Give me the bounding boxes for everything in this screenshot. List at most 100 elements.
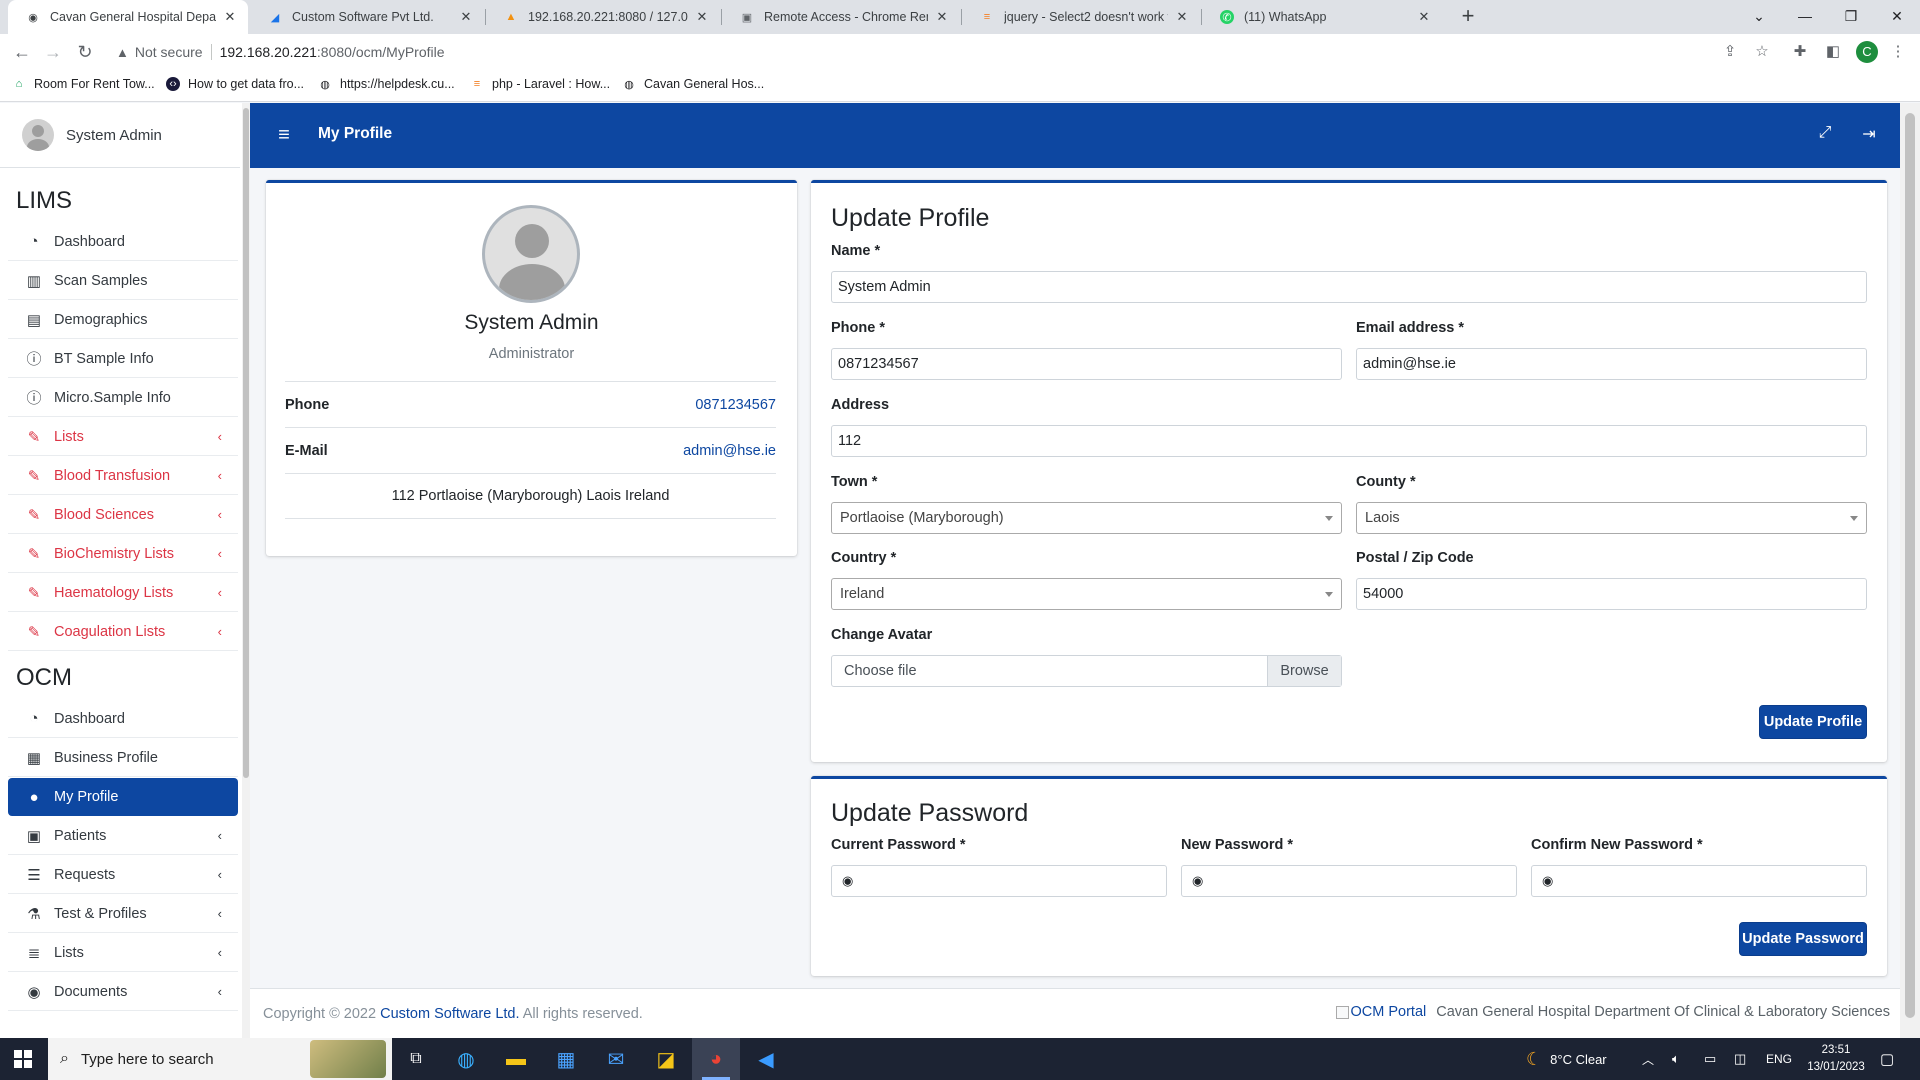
sidebar-item-lists[interactable]: ≣ Lists ‹ (8, 934, 238, 972)
bookmark-item[interactable]: ◍ Cavan General Hos... (622, 77, 764, 91)
new-tab-button[interactable]: + (1455, 4, 1481, 30)
chrome-icon[interactable]: ◕ (692, 1038, 740, 1080)
sidebar-item-my-profile[interactable]: ● My Profile (8, 778, 238, 816)
address-bar[interactable]: ▲ Not secure 192.168.20.221:8080/ocm/MyP… (108, 38, 1778, 66)
page-scrollbar-thumb[interactable] (1905, 113, 1915, 1018)
tachometer-icon: ◔ (29, 233, 39, 250)
email-field[interactable]: admin@hse.ie (1356, 348, 1867, 380)
task-view-icon[interactable]: ⧉ (392, 1038, 440, 1080)
taskbar-clock[interactable]: 23:51 13/01/2023 (1806, 1042, 1866, 1076)
browser-tab[interactable]: ▣ Remote Access - Chrome Remote ✕ (722, 0, 960, 34)
avatar-file-input[interactable]: Choose file Browse (831, 655, 1342, 687)
browser-tab-active[interactable]: ◉ Cavan General Hospital Departm ✕ (8, 0, 248, 34)
company-link[interactable]: Custom Software Ltd. (380, 1006, 519, 1022)
sidebar-item-dashboard[interactable]: ◔ Dashboard (8, 223, 238, 261)
browser-tab[interactable]: ✆ (11) WhatsApp ✕ (1202, 0, 1442, 34)
close-tab-icon[interactable]: ✕ (1416, 9, 1432, 25)
logout-icon[interactable]: ⇥ (1858, 124, 1880, 146)
close-tab-icon[interactable]: ✕ (934, 9, 950, 25)
back-icon[interactable]: ← (10, 40, 34, 64)
browser-tab[interactable]: ▲ 192.168.20.221:8080 / 127.0.0.1 / ✕ (486, 0, 720, 34)
sidebar-item-scan-samples[interactable]: ▥ Scan Samples (8, 262, 238, 300)
email-link[interactable]: admin@hse.ie (683, 443, 776, 459)
sidebar-item-biochemistry-lists[interactable]: ✎ BioChemistry Lists ‹ (8, 535, 238, 573)
sidebar-user-panel[interactable]: System Admin (0, 103, 240, 168)
sidebar-item-patients[interactable]: ▣ Patients ‹ (8, 817, 238, 855)
phone-link[interactable]: 0871234567 (695, 397, 776, 413)
update-password-button[interactable]: Update Password (1739, 922, 1867, 956)
current-password-field[interactable]: ◉ (831, 865, 1167, 897)
sidebar-item-micro-sample-info[interactable]: ⓘ Micro.Sample Info (8, 379, 238, 417)
sidebar-item-blood-sciences[interactable]: ✎ Blood Sciences ‹ (8, 496, 238, 534)
sidebar-item-business-profile[interactable]: ▦ Business Profile (8, 739, 238, 777)
browser-tab[interactable]: ◢ Custom Software Pvt Ltd. ✕ (250, 0, 484, 34)
weather-widget[interactable]: ☾ 8°C Clear (1526, 1038, 1607, 1080)
browse-button[interactable]: Browse (1267, 656, 1341, 686)
menu-kebab-icon[interactable]: ⋮ (1888, 42, 1908, 62)
bookmark-item[interactable]: ≡ php - Laravel : How... (470, 77, 610, 91)
country-select[interactable]: Ireland (831, 578, 1342, 610)
page-scrollbar[interactable] (1900, 103, 1920, 1038)
close-tab-icon[interactable]: ✕ (694, 9, 710, 25)
sticky-app-icon[interactable]: ◪ (642, 1038, 690, 1080)
extensions-icon[interactable]: ✚ (1790, 42, 1810, 62)
notifications-icon[interactable]: ▢ (1880, 1038, 1894, 1080)
sidebar-item-coagulation-lists[interactable]: ✎ Coagulation Lists ‹ (8, 613, 238, 651)
tab-search-icon[interactable]: ⌄ (1736, 0, 1782, 34)
tray-chevron-icon[interactable]: ︿ (1642, 1038, 1654, 1080)
sidebar-item-requests[interactable]: ☰ Requests ‹ (8, 856, 238, 894)
sidebar-item-lists[interactable]: ✎ Lists ‹ (8, 418, 238, 456)
address-field[interactable]: 112 (831, 425, 1867, 457)
new-password-field[interactable]: ◉ (1181, 865, 1517, 897)
bookmark-item[interactable]: ◍ https://helpdesk.cu... (318, 77, 454, 91)
edge-icon[interactable]: ◍ (442, 1038, 490, 1080)
microsoft-store-icon[interactable]: ▦ (542, 1038, 590, 1080)
sidebar-item-test-profiles[interactable]: ⚗ Test & Profiles ‹ (8, 895, 238, 933)
profile-avatar[interactable]: C (1856, 41, 1878, 63)
phone-field[interactable]: 0871234567 (831, 348, 1342, 380)
side-panel-icon[interactable]: ◧ (1823, 42, 1843, 62)
bookmark-item[interactable]: ‹› How to get data fro... (166, 77, 304, 91)
windows-start-icon[interactable] (14, 1050, 32, 1068)
sidebar-item-documents[interactable]: ◉ Documents ‹ (8, 973, 238, 1011)
sidebar-scrollbar-thumb[interactable] (243, 108, 249, 778)
battery-icon[interactable]: ▭ (1704, 1038, 1716, 1080)
close-window-icon[interactable]: ✕ (1874, 0, 1920, 34)
sidebar-item-label: Micro.Sample Info (54, 389, 171, 406)
town-select[interactable]: Portlaoise (Maryborough) (831, 502, 1342, 534)
taskbar-search[interactable]: ⌕ Type here to search (48, 1038, 392, 1080)
volume-icon[interactable]: 🔈︎ (1672, 1038, 1680, 1080)
language-indicator[interactable]: ENG (1766, 1038, 1792, 1080)
close-tab-icon[interactable]: ✕ (222, 9, 238, 25)
name-field[interactable]: System Admin (831, 271, 1867, 303)
restore-icon[interactable]: ❐ (1828, 0, 1874, 34)
star-icon[interactable]: ☆ (1752, 42, 1772, 62)
eye-icon[interactable]: ◉ (1542, 874, 1556, 888)
browser-tab[interactable]: ≡ jquery - Select2 doesn't work wh ✕ (962, 0, 1200, 34)
update-profile-button[interactable]: Update Profile (1759, 705, 1867, 739)
postal-code-field[interactable]: 54000 (1356, 578, 1867, 610)
county-select[interactable]: Laois (1356, 502, 1867, 534)
file-explorer-icon[interactable]: ▬ (492, 1038, 540, 1080)
close-tab-icon[interactable]: ✕ (458, 9, 474, 25)
bookmark-item[interactable]: ⌂ Room For Rent Tow... (12, 77, 155, 91)
sidebar-item-dashboard[interactable]: ◔ Dashboard (8, 700, 238, 738)
sidebar-item-blood-transfusion[interactable]: ✎ Blood Transfusion ‹ (8, 457, 238, 495)
mail-icon[interactable]: ✉ (592, 1038, 640, 1080)
sidebar-item-bt-sample-info[interactable]: ⓘ BT Sample Info (8, 340, 238, 378)
eye-icon[interactable]: ◉ (842, 874, 856, 888)
sidebar-item-haematology-lists[interactable]: ✎ Haematology Lists ‹ (8, 574, 238, 612)
hamburger-menu-icon[interactable]: ≡ (272, 123, 296, 147)
eye-icon[interactable]: ◉ (1192, 874, 1206, 888)
network-icon[interactable]: ◫ (1734, 1038, 1746, 1080)
sidebar-item-demographics[interactable]: ▤ Demographics (8, 301, 238, 339)
close-tab-icon[interactable]: ✕ (1174, 9, 1190, 25)
reload-icon[interactable]: ↻ (73, 40, 97, 64)
forward-icon[interactable]: → (41, 40, 65, 64)
code-icon: ‹› (166, 77, 180, 91)
minimize-icon[interactable]: — (1782, 0, 1828, 34)
vscode-icon[interactable]: ◀ (742, 1038, 790, 1080)
confirm-password-field[interactable]: ◉ (1531, 865, 1867, 897)
fullscreen-icon[interactable]: ⤢ (1814, 124, 1836, 146)
share-icon[interactable]: ⇪ (1720, 42, 1740, 62)
